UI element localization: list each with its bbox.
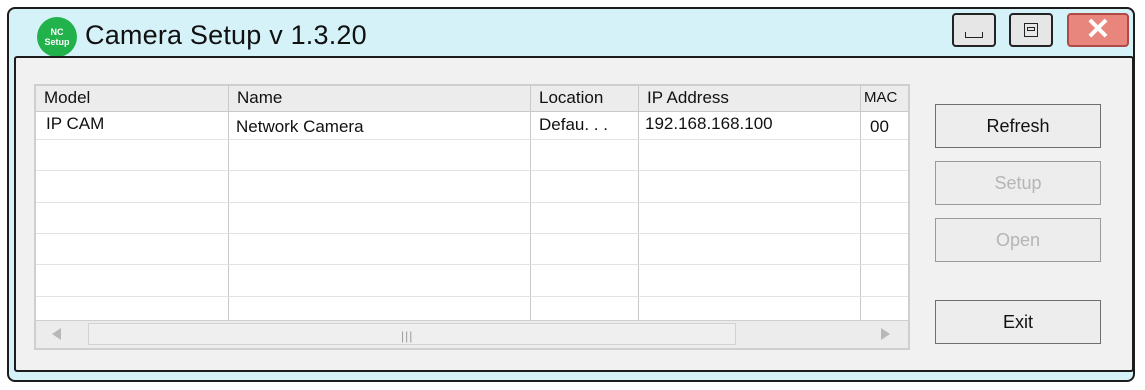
- row-divider: [36, 202, 908, 203]
- refresh-button[interactable]: Refresh: [935, 104, 1101, 148]
- table-cell-model[interactable]: IP CAM: [46, 114, 104, 134]
- app-icon-text-nc: NC: [50, 27, 64, 37]
- column-divider: [530, 86, 531, 320]
- column-divider: [638, 86, 639, 320]
- column-header-location[interactable]: Location: [531, 86, 639, 110]
- row-divider: [36, 264, 908, 265]
- scroll-right-arrow-icon[interactable]: [881, 328, 890, 340]
- column-divider: [228, 86, 229, 320]
- scrollbar-thumb[interactable]: |||: [88, 323, 736, 345]
- table-cell-location[interactable]: Defau. . .: [539, 115, 608, 135]
- column-header-ip-address[interactable]: IP Address: [639, 86, 861, 110]
- close-button[interactable]: ✕: [1067, 13, 1129, 47]
- horizontal-scrollbar[interactable]: |||: [36, 320, 908, 348]
- table-cell-ip-address[interactable]: 192.168.168.100: [645, 114, 773, 134]
- maximize-icon: [1024, 23, 1038, 37]
- table-header: Model Name Location IP Address MAC: [36, 86, 908, 112]
- column-header-model[interactable]: Model: [36, 86, 229, 110]
- exit-button[interactable]: Exit: [935, 300, 1101, 344]
- row-divider: [36, 233, 908, 234]
- close-icon: ✕: [1085, 13, 1111, 46]
- scroll-left-arrow-icon[interactable]: [52, 328, 61, 340]
- column-divider: [860, 86, 861, 320]
- open-button[interactable]: Open: [935, 218, 1101, 262]
- app-icon-text-setup: Setup: [44, 37, 70, 47]
- camera-list[interactable]: Model Name Location IP Address MAC IP CA…: [34, 84, 910, 350]
- table-cell-name[interactable]: Network Camera: [236, 117, 364, 137]
- setup-button[interactable]: Setup: [935, 161, 1101, 205]
- column-header-mac[interactable]: MAC: [861, 86, 911, 110]
- window-title: Camera Setup v 1.3.20: [85, 20, 367, 50]
- table-cell-mac[interactable]: 00: [870, 117, 889, 137]
- column-header-name[interactable]: Name: [229, 86, 531, 110]
- row-divider: [36, 170, 908, 171]
- row-divider: [36, 296, 908, 297]
- minimize-button[interactable]: [952, 13, 996, 47]
- minimize-icon: [965, 32, 983, 38]
- grip-icon: |||: [401, 329, 414, 343]
- nc-setup-app-icon: NC Setup: [37, 17, 77, 57]
- maximize-button[interactable]: [1009, 13, 1053, 47]
- row-divider: [36, 139, 908, 140]
